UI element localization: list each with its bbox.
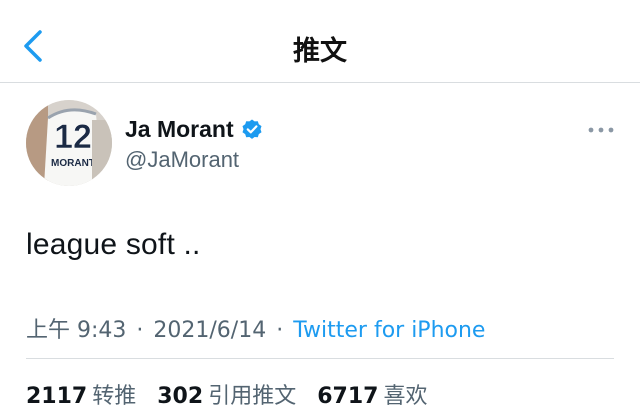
author-row: Ja Morant bbox=[125, 116, 264, 143]
meta-separator: · bbox=[276, 318, 284, 343]
retweets-count: 2117 bbox=[26, 384, 88, 409]
top-nav-bar: 推文 bbox=[0, 0, 640, 83]
tweet-source-link[interactable]: Twitter for iPhone bbox=[293, 318, 485, 343]
jersey-name: MORANT bbox=[51, 158, 95, 169]
likes-label: 喜欢 bbox=[383, 384, 428, 409]
more-options-icon[interactable] bbox=[586, 120, 616, 140]
engagement-stats: 2117 转推 302 引用推文 6717 喜欢 bbox=[26, 378, 441, 410]
quote-tweets-count: 302 bbox=[157, 384, 204, 409]
tweet-date: 2021/6/14 bbox=[153, 318, 267, 343]
meta-separator: · bbox=[136, 318, 144, 343]
tweet-meta: 上午 9:43 · 2021/6/14 · Twitter for iPhone bbox=[26, 312, 485, 344]
avatar-image: 12 MORANT bbox=[26, 100, 112, 186]
divider bbox=[26, 358, 614, 359]
verified-badge-icon bbox=[242, 119, 262, 139]
retweets-stat[interactable]: 2117 转推 bbox=[26, 378, 136, 410]
page-title: 推文 bbox=[293, 36, 347, 67]
author-handle[interactable]: @JaMorant bbox=[125, 147, 239, 173]
avatar[interactable]: 12 MORANT bbox=[26, 100, 112, 186]
quote-tweets-stat[interactable]: 302 引用推文 bbox=[157, 378, 296, 410]
tweet-text: league soft .. bbox=[26, 228, 201, 261]
author-name[interactable]: Ja Morant bbox=[125, 116, 234, 143]
jersey-number: 12 bbox=[54, 118, 92, 156]
retweets-label: 转推 bbox=[92, 384, 137, 409]
quote-tweets-label: 引用推文 bbox=[208, 384, 297, 409]
tweet-time: 上午 9:43 bbox=[26, 318, 127, 343]
likes-stat[interactable]: 6717 喜欢 bbox=[317, 378, 427, 410]
likes-count: 6717 bbox=[317, 384, 379, 409]
